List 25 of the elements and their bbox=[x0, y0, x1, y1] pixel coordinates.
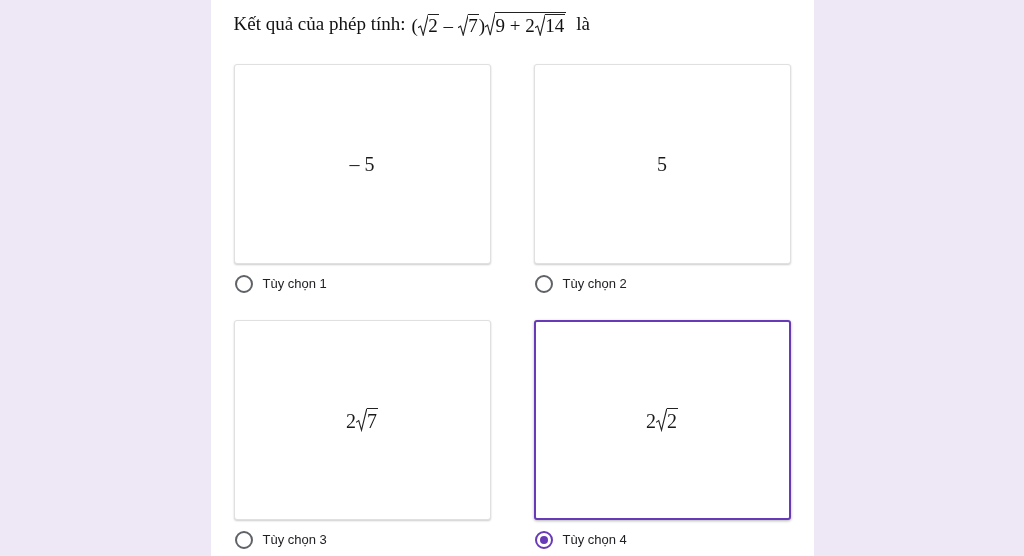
radical-sign-icon bbox=[417, 13, 429, 37]
radio-button[interactable] bbox=[234, 531, 253, 549]
option-label: Tùy chọn 2 bbox=[562, 275, 627, 294]
math-formula: 5 bbox=[657, 153, 667, 175]
option-image-card[interactable]: 5 bbox=[533, 64, 791, 264]
option-image-card[interactable]: 2 7 bbox=[233, 320, 491, 520]
math-formula: 2 7 bbox=[346, 408, 378, 432]
option-label: Tùy chọn 4 bbox=[562, 531, 627, 550]
math-formula: ( 2 – 7) 9 + 2 14 bbox=[411, 11, 567, 37]
math-formula: 2 2 bbox=[646, 408, 678, 432]
radio-button[interactable] bbox=[534, 275, 553, 293]
radical-sign-icon bbox=[457, 13, 469, 37]
question-text: Kết quả của phép tính: bbox=[233, 11, 406, 36]
radio-button[interactable] bbox=[534, 531, 553, 549]
option-image-card[interactable]: – 5 bbox=[233, 64, 491, 264]
question-text: là bbox=[576, 11, 590, 36]
radical-sign-icon bbox=[656, 408, 667, 432]
radical-sign-icon bbox=[356, 408, 367, 432]
option-image-card[interactable]: 2 2 bbox=[533, 320, 791, 520]
option-label: Tùy chọn 3 bbox=[262, 531, 327, 550]
radical-sign-icon bbox=[485, 11, 496, 37]
radio-button[interactable] bbox=[234, 275, 253, 293]
radical-sign-icon bbox=[534, 13, 546, 37]
math-formula: – 5 bbox=[349, 153, 375, 175]
option-label: Tùy chọn 1 bbox=[262, 275, 327, 294]
